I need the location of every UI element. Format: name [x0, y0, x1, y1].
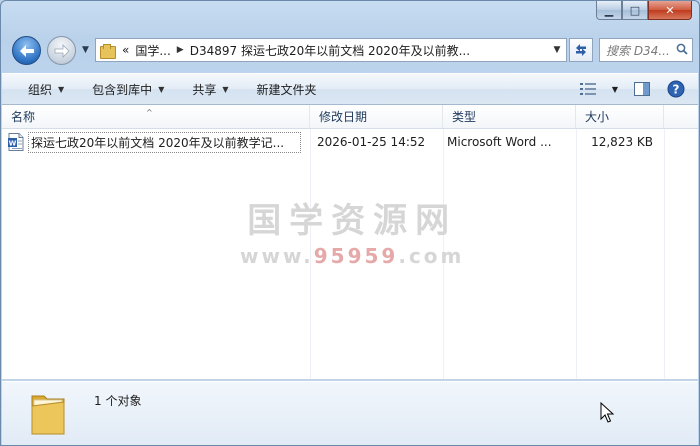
search-icon: [676, 43, 688, 55]
mouse-pointer-icon: [600, 402, 614, 423]
search-input[interactable]: 搜索 D34...: [599, 38, 693, 62]
watermark-url-suffix: .com: [398, 244, 465, 268]
organize-label: 组织: [28, 82, 53, 97]
back-button[interactable]: [12, 36, 41, 65]
column-headers: ^ 名称 修改日期 类型 大小: [2, 105, 698, 129]
details-pane: 1 个对象: [2, 381, 698, 445]
share-label: 共享: [192, 82, 217, 97]
column-header-type[interactable]: 类型: [443, 105, 576, 128]
share-menu[interactable]: 共享 ▼: [178, 74, 242, 104]
breadcrumb-parent[interactable]: 国学...: [135, 42, 170, 59]
forward-button[interactable]: [47, 36, 76, 65]
sort-ascending-icon: ^: [146, 108, 153, 117]
chevron-down-icon: ▼: [158, 84, 165, 94]
column-size-label: 大小: [585, 110, 610, 124]
item-count: 1 个对象: [94, 394, 142, 408]
file-date: 2026-01-25 14:52: [317, 135, 426, 149]
arrow-right-icon: [54, 43, 70, 58]
watermark-url-number: 95959: [313, 244, 399, 268]
close-button[interactable]: ✕: [648, 1, 692, 20]
view-list-icon: [580, 83, 596, 95]
svg-text:W: W: [9, 140, 17, 148]
watermark: 国学资源网 www.95959.com: [240, 193, 464, 268]
folder-icon: [100, 43, 116, 59]
command-bar: 组织 ▼ 包含到库中 ▼ 共享 ▼ 新建文件夹 ▼ ?: [2, 73, 698, 105]
folder-icon: [31, 395, 65, 435]
address-bar[interactable]: « 国学... ▶ D34897 探运七政20年以前文档 2020年及以前教..…: [95, 38, 567, 62]
word-document-icon: W: [8, 133, 24, 151]
file-row[interactable]: W 探运七政20年以前文档 2020年及以前教学记... 2026-01-25 …: [8, 131, 653, 153]
search-placeholder: 搜索 D34...: [606, 43, 670, 58]
column-type-label: 类型: [452, 110, 477, 124]
svg-text:?: ?: [673, 83, 680, 97]
close-icon: ✕: [665, 3, 675, 17]
column-name-label: 名称: [11, 110, 36, 124]
view-controls: ▼ ?: [574, 74, 690, 104]
include-in-library-menu[interactable]: 包含到库中 ▼: [78, 74, 178, 104]
organize-menu[interactable]: 组织 ▼: [2, 74, 78, 104]
view-options-dropdown[interactable]: ▼: [608, 78, 622, 100]
preview-pane-icon: [634, 82, 650, 96]
new-folder-button[interactable]: 新建文件夹: [243, 74, 331, 104]
preview-pane-button[interactable]: [628, 78, 656, 100]
watermark-title: 国学资源网: [247, 201, 458, 241]
chevron-down-icon: ▼: [222, 84, 229, 94]
column-date-label: 修改日期: [319, 110, 368, 124]
caption-buttons: ▁ □ ✕: [596, 1, 692, 20]
refresh-icon: [576, 44, 586, 56]
file-name[interactable]: 探运七政20年以前文档 2020年及以前教学记...: [28, 131, 301, 153]
minimize-icon: ▁: [604, 3, 614, 17]
help-icon: ?: [667, 80, 685, 98]
chevron-right-icon[interactable]: ▶: [177, 45, 184, 55]
column-divider: [664, 129, 665, 379]
file-list: ^ 名称 修改日期 类型 大小 W 探运七政20年以前文档 2020年及以前教学…: [2, 105, 698, 380]
address-dropdown-button[interactable]: ▼: [548, 45, 566, 55]
refresh-button[interactable]: [569, 38, 593, 62]
watermark-url: www.95959.com: [240, 244, 464, 268]
column-header-size[interactable]: 大小: [576, 105, 664, 128]
help-button[interactable]: ?: [662, 78, 690, 100]
minimize-button[interactable]: ▁: [596, 1, 622, 20]
new-folder-label: 新建文件夹: [256, 82, 317, 97]
column-divider: [576, 129, 577, 379]
watermark-url-prefix: www.: [240, 244, 314, 268]
breadcrumb-current[interactable]: D34897 探运七政20年以前文档 2020年及以前教...: [190, 42, 470, 59]
arrow-left-icon: [19, 44, 34, 57]
chevron-down-icon: ▼: [611, 84, 619, 94]
maximize-icon: □: [629, 3, 641, 17]
file-name-cell[interactable]: W 探运七政20年以前文档 2020年及以前教学记...: [8, 131, 306, 153]
chevron-down-icon: ▼: [58, 84, 65, 94]
explorer-window: ▁ □ ✕ ▼ « 国学... ▶ D34897 探运七政20年以前文档 202…: [0, 0, 700, 446]
column-header-name[interactable]: ^ 名称: [2, 105, 310, 128]
include-in-library-label: 包含到库中: [92, 82, 153, 97]
breadcrumb-overflow[interactable]: «: [122, 43, 129, 57]
maximize-button[interactable]: □: [622, 1, 648, 20]
file-size: 12,823 KB: [591, 135, 653, 149]
recent-pages-dropdown[interactable]: ▼: [82, 45, 89, 55]
navigation-bar: ▼ « 国学... ▶ D34897 探运七政20年以前文档 2020年及以前教…: [9, 35, 693, 67]
file-type: Microsoft Word ...: [447, 135, 552, 149]
column-header-date[interactable]: 修改日期: [310, 105, 443, 128]
change-view-button[interactable]: [574, 78, 602, 100]
